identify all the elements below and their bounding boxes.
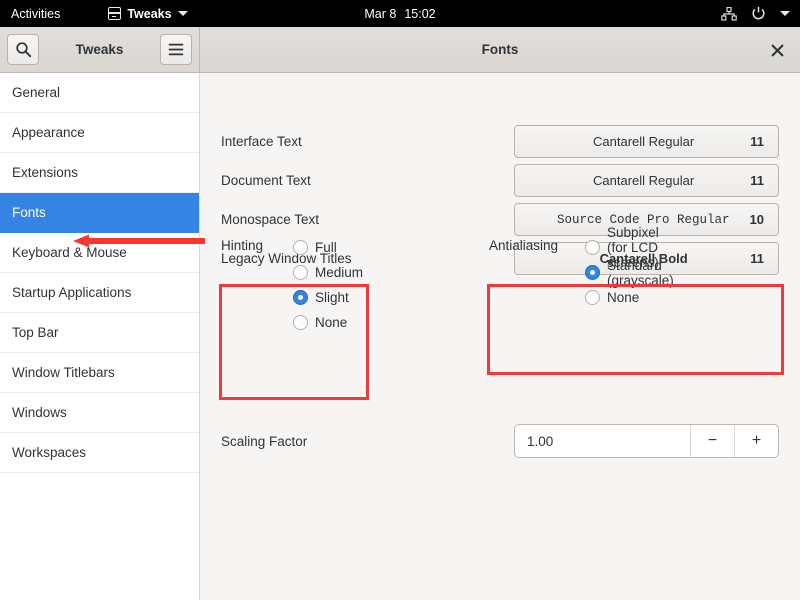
fonts-page: Interface Text Cantarell Regular 11 Documen…: [201, 73, 800, 600]
radio-option-label: Standard (grayscale): [607, 257, 674, 288]
radio-button-icon[interactable]: [585, 240, 600, 255]
sidebar-item-top-bar[interactable]: Top Bar: [0, 313, 199, 353]
app-menu-label: Tweaks: [127, 6, 172, 21]
font-name-label: Cantarell Regular: [593, 173, 695, 188]
scaling-increment-button[interactable]: +: [734, 425, 778, 457]
sidebar-item-label: Top Bar: [12, 325, 59, 340]
sidebar-item-window-titlebars[interactable]: Window Titlebars: [0, 353, 199, 393]
content-header: Fonts: [200, 27, 800, 72]
font-row-label: Monospace Text: [221, 212, 320, 227]
sidebar-item-general[interactable]: General: [0, 73, 199, 113]
radio-option-slight[interactable]: Slight: [293, 285, 363, 310]
radio-option-label: None: [315, 315, 348, 330]
font-row-interface-text: Interface Text Cantarell Regular 11: [201, 122, 800, 161]
font-chooser-button[interactable]: Cantarell Regular 11: [514, 164, 779, 197]
app-menu-button[interactable]: Tweaks: [108, 6, 188, 21]
radio-option-label: Medium: [315, 265, 364, 280]
sidebar-item-extensions[interactable]: Extensions: [0, 153, 199, 193]
radio-button-icon[interactable]: [293, 265, 308, 280]
activities-button[interactable]: Activities: [11, 7, 60, 21]
sidebar-item-label: Startup Applications: [12, 285, 132, 300]
radio-option-standard-grayscale[interactable]: Standard (grayscale): [585, 257, 674, 288]
sidebar-item-startup-applications[interactable]: Startup Applications: [0, 273, 199, 313]
clock-date: Mar 8: [364, 6, 397, 21]
sidebar-item-label: Extensions: [12, 165, 79, 180]
sidebar-item-workspaces[interactable]: Workspaces: [0, 433, 199, 473]
radio-button-selected-icon[interactable]: [293, 290, 308, 305]
close-icon[interactable]: [766, 39, 788, 61]
tweaks-window: Tweaks Fonts General Appearance Extensions…: [0, 27, 800, 600]
sidebar-item-windows[interactable]: Windows: [0, 393, 199, 433]
clock-button[interactable]: Mar 8 15:02: [364, 7, 435, 21]
scaling-factor-row: Scaling Factor 1.00 − +: [201, 422, 800, 461]
radio-option-none[interactable]: None: [293, 310, 363, 335]
font-size-label: 10: [749, 212, 764, 227]
close-x-icon: [771, 44, 783, 56]
scaling-decrement-button[interactable]: −: [690, 425, 734, 457]
radio-button-icon[interactable]: [293, 240, 308, 255]
sidebar-item-label: Workspaces: [12, 445, 87, 460]
font-size-label: 11: [750, 251, 764, 266]
hinting-label: Hinting: [221, 238, 264, 253]
font-row-label: Interface Text: [221, 134, 302, 149]
radio-button-icon[interactable]: [293, 315, 308, 330]
sidebar-list[interactable]: General Appearance Extensions Fonts Keyboard…: [0, 73, 200, 600]
font-chooser-button[interactable]: Cantarell Regular 11: [514, 125, 779, 158]
annotation-arrow-to-fonts: [73, 234, 205, 248]
page-title: Fonts: [481, 42, 519, 57]
system-tray[interactable]: [721, 6, 790, 21]
scaling-factor-value[interactable]: 1.00: [515, 434, 690, 449]
font-row-monospace-text: Monospace Text Source Code Pro Regular 10: [201, 200, 800, 239]
search-button[interactable]: [7, 34, 39, 65]
radio-option-label: Slight: [315, 290, 349, 305]
search-icon: [15, 42, 31, 58]
radio-button-selected-icon[interactable]: [585, 265, 600, 280]
clock-time: 15:02: [404, 6, 436, 21]
radio-option-subpixel-for-lcd-screens[interactable]: Subpixel (for LCD screens): [585, 225, 674, 270]
window-header-bar: Tweaks Fonts: [0, 27, 800, 73]
sidebar-item-label: Window Titlebars: [12, 365, 115, 380]
radio-option-none[interactable]: None: [585, 285, 674, 310]
antialiasing-options[interactable]: Subpixel (for LCD screens) Standard (gray…: [585, 225, 674, 310]
tray-chevron-down-icon: [780, 11, 790, 16]
hamburger-menu-button[interactable]: [160, 34, 192, 65]
scaling-factor-label: Scaling Factor: [221, 434, 308, 449]
window-title-left: Tweaks: [75, 42, 124, 57]
scaling-factor-spinbutton[interactable]: 1.00 − +: [514, 424, 779, 458]
gnome-top-bar: Activities Tweaks Mar 8 15:02: [0, 0, 800, 27]
chevron-down-icon: [177, 11, 188, 16]
network-icon: [721, 6, 737, 21]
sidebar-item-fonts[interactable]: Fonts: [0, 193, 199, 233]
sidebar-item-label: Appearance: [12, 125, 85, 140]
font-row-document-text: Document Text Cantarell Regular 11: [201, 161, 800, 200]
sidebar-item-appearance[interactable]: Appearance: [0, 113, 199, 153]
power-icon: [752, 6, 765, 20]
hamburger-menu-icon: [168, 43, 184, 56]
hinting-options[interactable]: Full Medium Slight None: [293, 235, 363, 335]
sidebar-item-label: Windows: [12, 405, 67, 420]
radio-option-label: Full: [315, 240, 337, 255]
sidebar-header: Tweaks: [0, 27, 200, 72]
radio-option-full[interactable]: Full: [293, 235, 363, 260]
radio-option-medium[interactable]: Medium: [293, 260, 363, 285]
radio-option-label: None: [607, 290, 640, 305]
antialiasing-label: Antialiasing: [489, 238, 559, 253]
font-row-label: Document Text: [221, 173, 311, 188]
font-size-label: 11: [750, 134, 764, 149]
radio-button-icon[interactable]: [585, 290, 600, 305]
sidebar-item-label: General: [12, 85, 61, 100]
tweaks-icon: [108, 7, 122, 20]
font-size-label: 11: [750, 173, 764, 188]
sidebar-item-label: Fonts: [12, 205, 46, 220]
font-name-label: Cantarell Regular: [593, 134, 695, 149]
